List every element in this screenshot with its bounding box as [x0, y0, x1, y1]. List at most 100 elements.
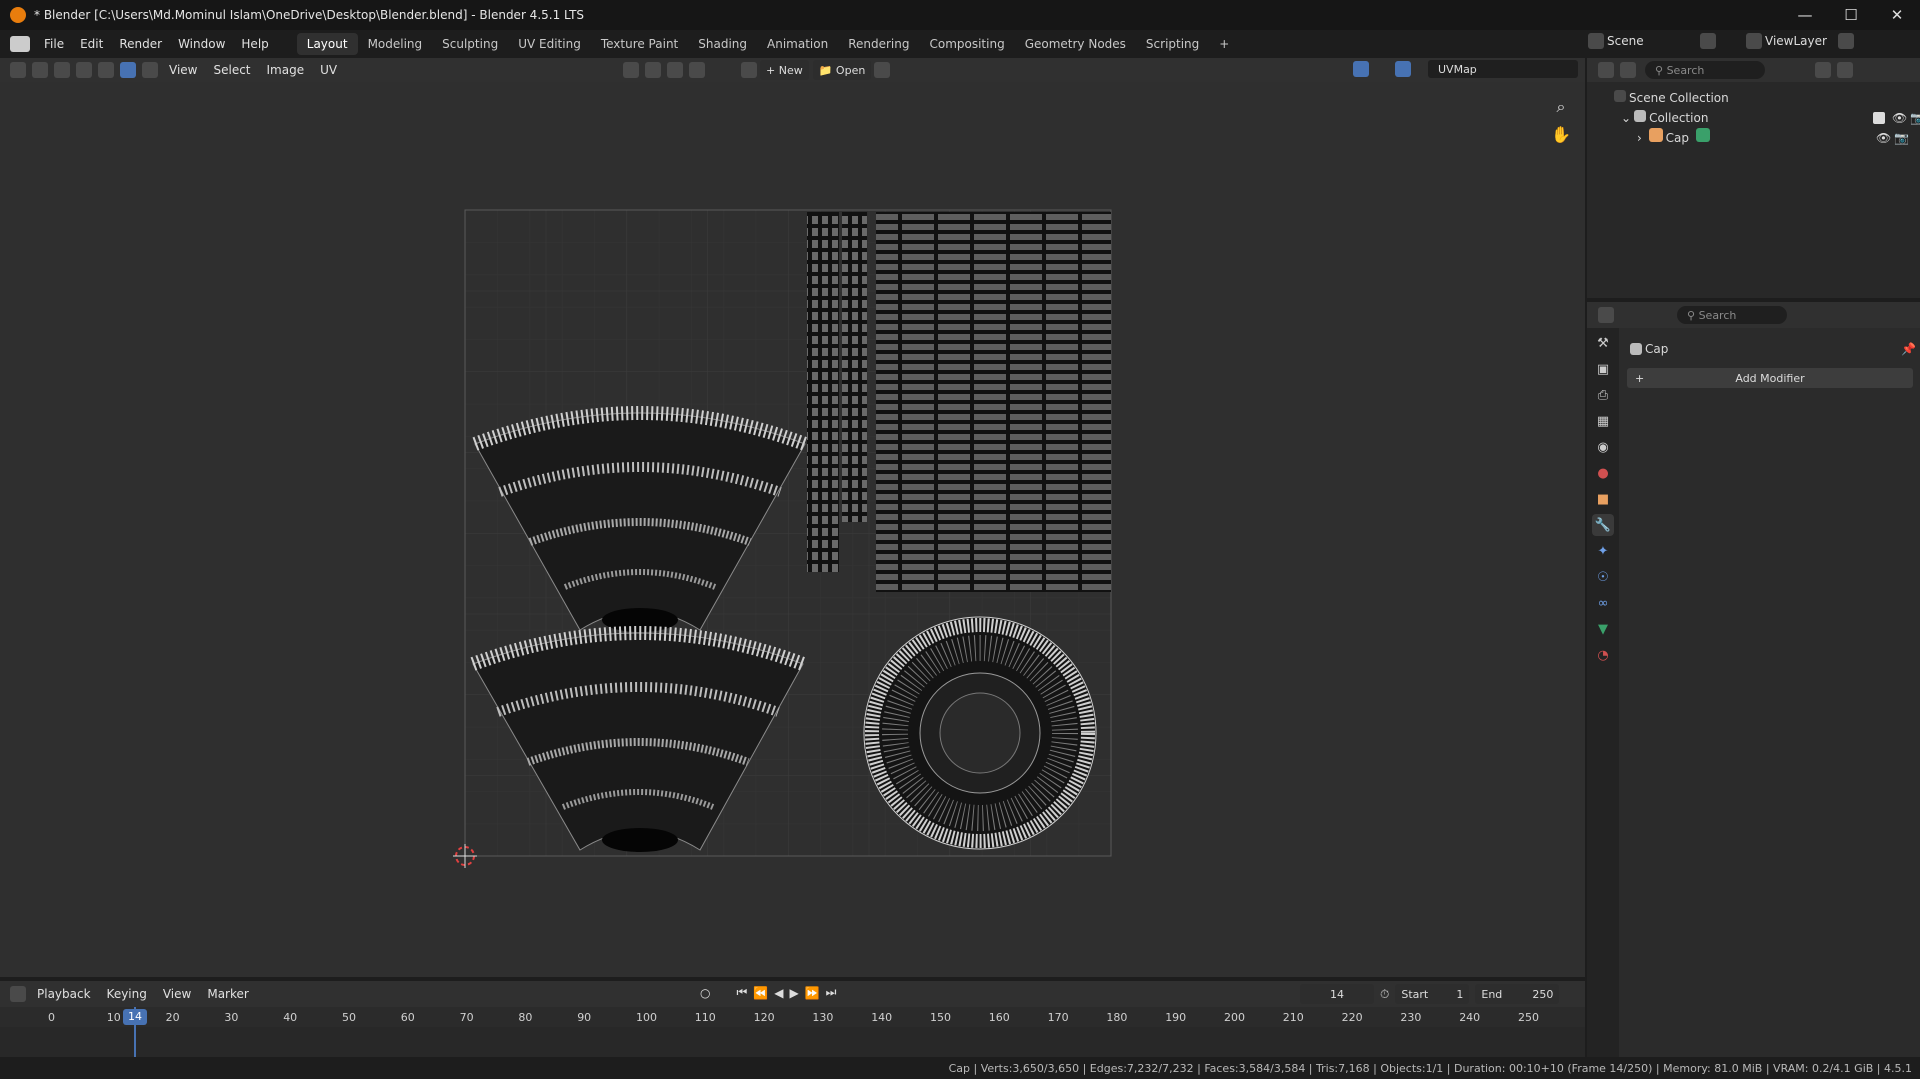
edge-select-icon[interactable] — [76, 62, 92, 78]
jump-keyframe-back-icon[interactable]: ⏪ — [753, 986, 768, 1000]
play-icon[interactable]: ▶ — [789, 986, 798, 1000]
material-tab-icon[interactable]: ◔ — [1592, 644, 1614, 666]
sync-selection-icon[interactable] — [32, 62, 48, 78]
particles-tab-icon[interactable]: ✦ — [1592, 540, 1614, 562]
menu-marker[interactable]: Marker — [199, 980, 256, 1008]
new-image-button[interactable]: + New — [760, 60, 809, 80]
new-collection-icon[interactable] — [1837, 62, 1853, 78]
physics-tab-icon[interactable]: ☉ — [1592, 566, 1614, 588]
editor-type-icon[interactable] — [10, 62, 26, 78]
frame-ruler[interactable]: 0 10 20 30 40 50 60 70 80 90 100 110 120 130 140 150 160… — [0, 1007, 1585, 1027]
scene-selector[interactable]: Scene — [1607, 34, 1697, 48]
outliner-row-collection[interactable]: ⌄ Collection 👁 📷 — [1611, 108, 1920, 128]
gizmo-icon[interactable] — [1353, 61, 1369, 77]
add-workspace-button[interactable]: + — [1209, 33, 1239, 55]
render-tab-icon[interactable]: ▣ — [1592, 358, 1614, 380]
menu-view[interactable]: View — [161, 56, 205, 84]
tab-shading[interactable]: Shading — [688, 33, 757, 55]
tab-scripting[interactable]: Scripting — [1136, 33, 1209, 55]
render-camera-icon[interactable]: 📷 — [1910, 108, 1920, 128]
menu-file[interactable]: File — [36, 30, 72, 58]
properties-search-input[interactable]: ⚲ Search — [1677, 306, 1787, 324]
menu-keying[interactable]: Keying — [99, 980, 155, 1008]
new-view-layer-icon[interactable] — [1838, 33, 1854, 49]
menu-uv[interactable]: UV — [312, 56, 345, 84]
timeline-area[interactable]: 0 10 20 30 40 50 60 70 80 90 100 110 120 130 140 150 160… — [0, 1007, 1585, 1057]
jump-keyframe-forward-icon[interactable]: ⏩ — [805, 986, 820, 1000]
tab-compositing[interactable]: Compositing — [919, 33, 1014, 55]
menu-render[interactable]: Render — [111, 30, 170, 58]
tab-uv-editing[interactable]: UV Editing — [508, 33, 591, 55]
add-modifier-button[interactable]: + Add Modifier — [1627, 368, 1913, 388]
face-select-icon[interactable] — [98, 62, 114, 78]
object-render-camera-icon[interactable]: 📷 — [1894, 128, 1909, 148]
menu-select[interactable]: Select — [205, 56, 258, 84]
proportional-edit-icon[interactable] — [689, 62, 705, 78]
output-tab-icon[interactable]: ⎙ — [1592, 384, 1614, 406]
menu-window[interactable]: Window — [170, 30, 233, 58]
vertex-select-icon[interactable] — [54, 62, 70, 78]
auto-keying-icon[interactable]: ○ — [700, 986, 710, 1000]
tab-sculpting[interactable]: Sculpting — [432, 33, 508, 55]
maximize-button[interactable]: ☐ — [1828, 0, 1874, 30]
jump-start-icon[interactable]: ⏮ — [736, 985, 747, 1000]
pivot-icon[interactable] — [623, 62, 639, 78]
current-frame-field[interactable]: 14 — [1300, 984, 1374, 1004]
uv-canvas[interactable] — [0, 82, 1585, 977]
world-tab-icon[interactable]: ● — [1592, 462, 1614, 484]
snap-target-icon[interactable] — [667, 62, 683, 78]
play-reverse-icon[interactable]: ◀ — [774, 986, 783, 1000]
overlay-icon[interactable] — [1395, 61, 1411, 77]
minimize-button[interactable]: — — [1782, 0, 1828, 30]
uvmap-field[interactable]: UVMap — [1428, 60, 1578, 78]
properties-editor-icon[interactable] — [1598, 307, 1614, 323]
sticky-select-icon[interactable] — [142, 62, 158, 78]
uv-viewport[interactable]: ⌕ ✋ — [0, 82, 1585, 977]
tool-tab-icon[interactable]: ⚒ — [1592, 332, 1614, 354]
tab-rendering[interactable]: Rendering — [838, 33, 919, 55]
end-frame-field[interactable]: End 250 — [1475, 984, 1560, 1004]
island-select-icon[interactable] — [120, 62, 136, 78]
jump-end-icon[interactable]: ⏭ — [826, 985, 837, 1000]
tab-layout[interactable]: Layout — [296, 33, 358, 55]
scene-tab-icon[interactable]: ◉ — [1592, 436, 1614, 458]
timeline-editor-icon[interactable] — [10, 986, 26, 1002]
menu-playback[interactable]: Playback — [29, 980, 99, 1008]
view-layer-selector[interactable]: ViewLayer — [1765, 34, 1835, 48]
pan-hand-icon[interactable]: ✋ — [1550, 125, 1572, 147]
menu-help[interactable]: Help — [233, 30, 276, 58]
object-visibility-eye-icon[interactable]: 👁 — [1876, 128, 1891, 148]
close-button[interactable]: ✕ — [1874, 0, 1920, 30]
view-layer-tab-icon[interactable]: ▦ — [1592, 410, 1614, 432]
open-image-button[interactable]: 📁 Open — [812, 60, 872, 80]
menu-timeline-view[interactable]: View — [155, 980, 199, 1008]
object-tab-icon[interactable]: ■ — [1592, 488, 1614, 510]
tab-texture-paint[interactable]: Texture Paint — [591, 33, 688, 55]
outliner-row-scene-collection[interactable]: Scene Collection — [1611, 88, 1920, 108]
timer-icon[interactable]: ⏱ — [1380, 987, 1389, 1002]
start-frame-field[interactable]: Start 1 — [1395, 984, 1470, 1004]
filter-icon[interactable] — [1815, 62, 1831, 78]
menu-image[interactable]: Image — [259, 56, 313, 84]
display-mode-icon[interactable] — [1620, 62, 1636, 78]
new-scene-icon[interactable] — [1700, 33, 1716, 49]
modifier-wrench-tab-icon[interactable]: 🔧 — [1592, 514, 1614, 536]
image-browse-icon[interactable] — [741, 62, 757, 78]
zoom-icon[interactable]: ⌕ — [1550, 97, 1572, 119]
mesh-data-icon[interactable] — [1695, 128, 1710, 142]
outliner-search-input[interactable]: ⚲ Search — [1645, 61, 1765, 79]
constraints-tab-icon[interactable]: ∞ — [1592, 592, 1614, 614]
pin-icon[interactable] — [874, 62, 891, 78]
tab-geometry-nodes[interactable]: Geometry Nodes — [1015, 33, 1136, 55]
visibility-eye-icon[interactable]: 👁 — [1892, 108, 1907, 128]
exclude-checkbox[interactable] — [1873, 112, 1885, 124]
outliner-row-cap[interactable]: › Cap 👁 📷 — [1611, 128, 1920, 148]
snap-icon[interactable] — [645, 62, 661, 78]
tab-modeling[interactable]: Modeling — [358, 33, 433, 55]
pin-properties-icon[interactable]: 📌 — [1901, 342, 1916, 356]
tab-animation[interactable]: Animation — [757, 33, 838, 55]
menu-edit[interactable]: Edit — [72, 30, 111, 58]
outliner-editor-icon[interactable] — [1598, 62, 1614, 78]
data-tab-icon[interactable]: ▼ — [1592, 618, 1614, 640]
blender-menu-icon[interactable] — [10, 36, 30, 52]
